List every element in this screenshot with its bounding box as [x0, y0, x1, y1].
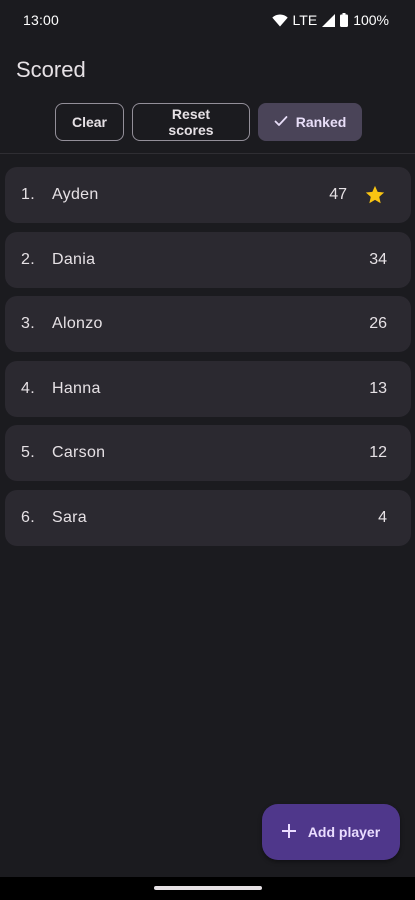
player-row-ayden[interactable]: 1. Ayden 47: [5, 167, 411, 223]
ranked-chip-label: Ranked: [295, 114, 347, 130]
navigation-bar: [0, 877, 415, 900]
player-rank: 2.: [21, 250, 35, 268]
status-indicators: LTE 100%: [271, 11, 389, 29]
player-row-hanna[interactable]: 4. Hanna 13: [5, 360, 411, 417]
player-name: Dania: [52, 250, 96, 268]
player-score: 13: [369, 379, 387, 397]
status-bar: 13:00 LTE 100%: [0, 0, 415, 42]
player-score: 34: [369, 250, 387, 268]
reset-scores-chip[interactable]: Reset scores: [132, 103, 250, 141]
player-rank: 3.: [21, 315, 35, 333]
clear-chip[interactable]: Clear: [55, 103, 124, 141]
player-row-carson[interactable]: 5. Carson 12: [5, 425, 411, 482]
home-gesture-handle[interactable]: [154, 886, 262, 890]
player-name: Hanna: [52, 379, 101, 397]
player-name: Carson: [52, 444, 106, 462]
player-name: Sara: [52, 508, 87, 526]
clear-chip-label: Clear: [71, 114, 108, 130]
player-score: 26: [369, 315, 387, 333]
add-player-button[interactable]: Add player: [262, 804, 400, 860]
player-rank: 4.: [21, 379, 35, 397]
status-time: 13:00: [23, 12, 60, 28]
add-player-label: Add player: [307, 824, 381, 840]
battery-icon: [340, 13, 349, 27]
player-score: 4: [378, 508, 387, 526]
player-row-sara[interactable]: 6. Sara 4: [5, 489, 411, 546]
wifi-icon: [271, 13, 288, 27]
star-icon: [364, 184, 386, 206]
player-rank: 1.: [21, 186, 35, 203]
player-score: 47: [329, 186, 347, 203]
signal-icon: [322, 13, 336, 27]
divider: [0, 153, 415, 154]
ranked-chip[interactable]: Ranked: [258, 103, 362, 141]
player-rank: 6.: [21, 508, 35, 526]
player-row-alonzo[interactable]: 3. Alonzo 26: [5, 296, 411, 353]
plus-icon: [281, 823, 297, 841]
network-label: LTE: [292, 12, 318, 28]
filter-chip-row: Clear Reset scores Ranked: [55, 103, 362, 141]
page-title: Scored: [16, 57, 86, 82]
check-icon: [274, 114, 288, 130]
player-row-dania[interactable]: 2. Dania 34: [5, 231, 411, 288]
player-name: Alonzo: [52, 315, 103, 333]
player-name: Ayden: [52, 186, 99, 203]
battery-label: 100%: [353, 12, 389, 28]
player-score: 12: [369, 444, 387, 462]
player-list: 1. Ayden 47 2. Dania 34 3. Alonzo 26 4. …: [5, 167, 411, 555]
reset-scores-chip-label: Reset scores: [168, 106, 214, 138]
player-rank: 5.: [21, 444, 35, 462]
